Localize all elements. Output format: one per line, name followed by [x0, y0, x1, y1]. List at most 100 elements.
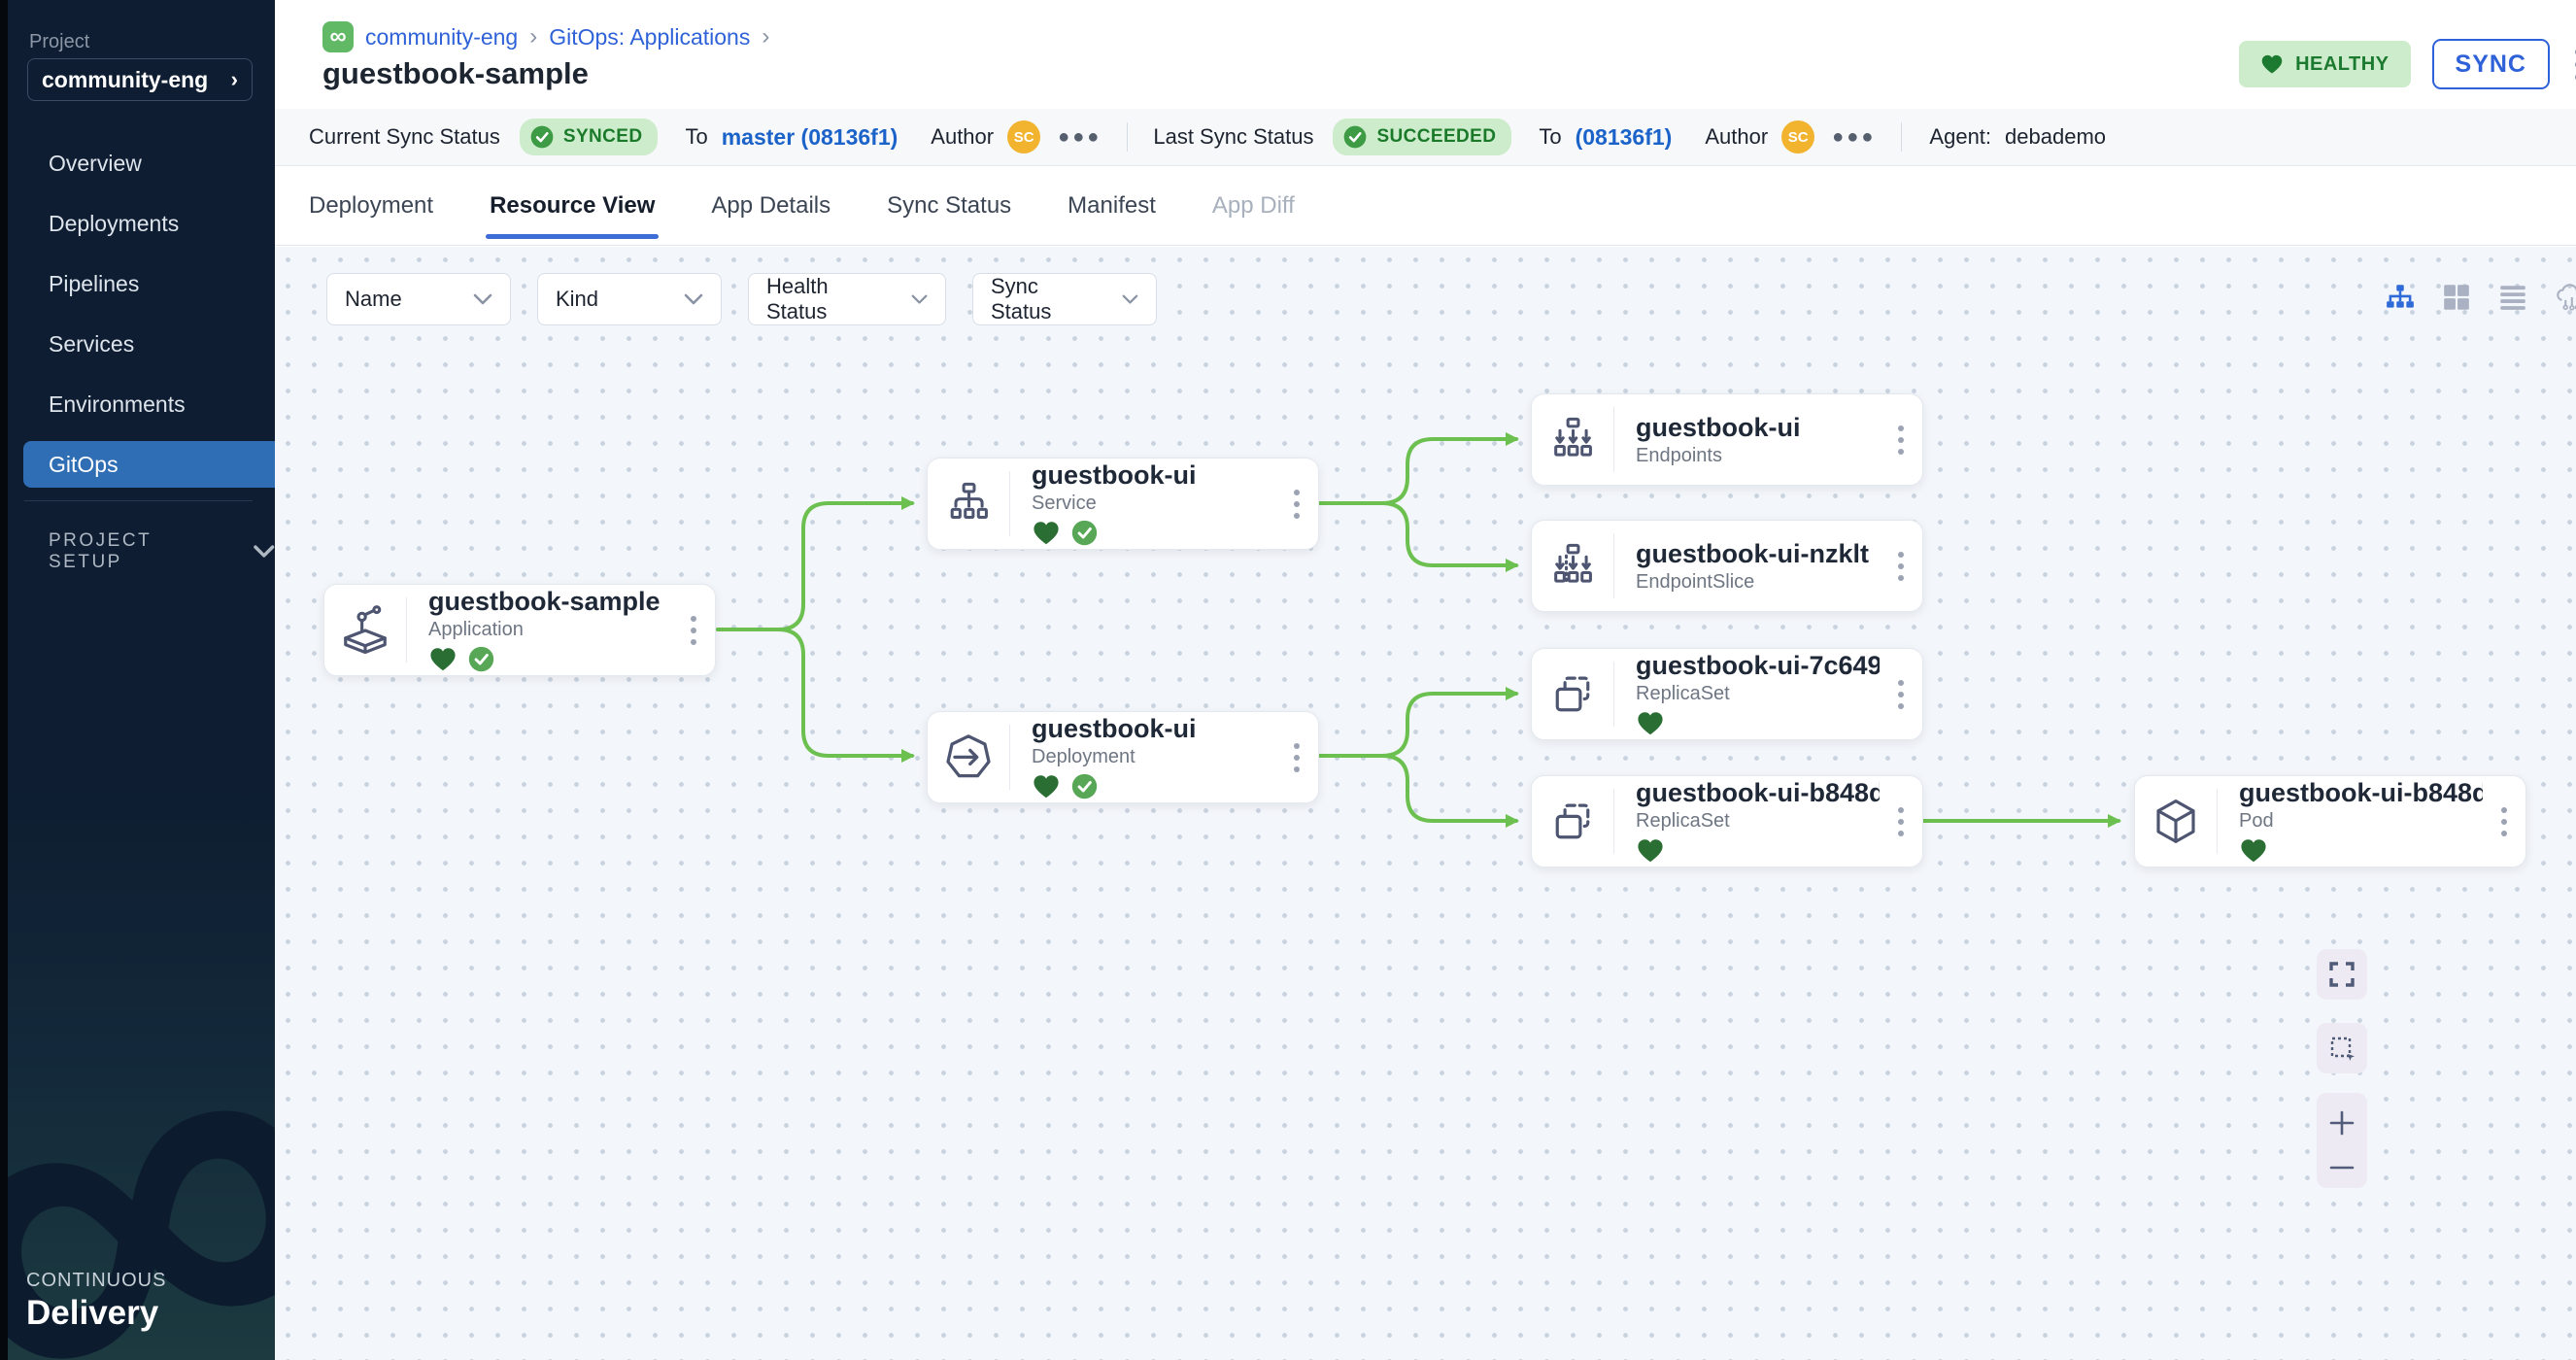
more-authors-button[interactable]: ●●● — [1832, 126, 1876, 149]
avatar[interactable]: SC — [1007, 120, 1040, 153]
node-title: guestbook-ui-b848d5d9d — [1636, 778, 1880, 808]
zoom-controls — [2317, 1093, 2367, 1188]
check-circle-icon — [1342, 124, 1368, 150]
breadcrumb-separator: › — [762, 23, 769, 51]
service-icon — [928, 459, 1009, 549]
tab-deployment[interactable]: Deployment — [309, 166, 433, 245]
filter-sync-status[interactable]: Sync Status — [972, 273, 1157, 325]
page-header: ∞ community-eng › GitOps: Applications ›… — [275, 0, 2576, 109]
tab-manifest[interactable]: Manifest — [1068, 166, 1156, 245]
node-title: guestbook-ui-nzklt — [1636, 539, 1880, 569]
resource-node-endpoints[interactable]: guestbook-uiEndpoints — [1531, 393, 1923, 486]
breadcrumb: ∞ community-eng › GitOps: Applications › — [322, 21, 769, 52]
check-circle-icon — [529, 124, 555, 150]
fullscreen-button[interactable] — [2317, 949, 2367, 1000]
application-icon — [324, 585, 406, 675]
deployment-icon — [928, 712, 1009, 802]
node-title: guestbook-ui — [1032, 714, 1275, 744]
zoom-in-icon[interactable] — [2327, 1108, 2356, 1138]
vertical-divider — [1127, 122, 1128, 152]
last-sync-revision-link[interactable]: (08136f1) — [1576, 124, 1673, 151]
node-menu-button[interactable] — [1275, 712, 1318, 802]
to-label: To — [1539, 124, 1561, 150]
replicaset-icon — [1532, 776, 1613, 867]
resource-node-replicaset[interactable]: guestbook-ui-7c64987dc9ReplicaSet — [1531, 648, 1923, 740]
synced-check-icon — [1070, 519, 1099, 547]
node-title: guestbook-ui-b848d5d9... — [2239, 778, 2483, 808]
resource-node-pod[interactable]: guestbook-ui-b848d5d9...Pod — [2134, 775, 2526, 867]
synced-badge: SYNCED — [520, 119, 659, 155]
health-heart-icon — [1032, 520, 1061, 546]
pod-icon — [2135, 776, 2217, 867]
tab-sync-status[interactable]: Sync Status — [887, 166, 1011, 245]
filter-label: Sync Status — [991, 274, 1087, 324]
tree-view-icon[interactable] — [2385, 282, 2416, 313]
filter-label: Name — [345, 287, 402, 312]
marquee-select-icon — [2327, 1034, 2356, 1063]
vertical-divider — [1901, 122, 1902, 152]
tab-app-diff[interactable]: App Diff — [1212, 166, 1295, 245]
synced-check-icon — [1070, 772, 1099, 800]
chevron-down-icon — [1122, 293, 1138, 306]
header-actions: HEALTHY SYNC — [2239, 39, 2576, 89]
resource-node-application[interactable]: guestbook-sampleApplication — [323, 584, 716, 676]
health-heart-icon — [1636, 837, 1665, 864]
filter-name[interactable]: Name — [326, 273, 511, 325]
node-kind: EndpointSlice — [1636, 571, 1880, 594]
last-sync-label: Last Sync Status — [1153, 124, 1313, 150]
node-menu-button[interactable] — [1880, 521, 1922, 611]
node-status-icons — [2239, 836, 2483, 866]
health-heart-icon — [1636, 710, 1665, 736]
current-sync-revision-link[interactable]: master (08136f1) — [722, 124, 898, 151]
node-kind: Pod — [2239, 810, 2483, 833]
node-title: guestbook-ui-7c64987dc9 — [1636, 651, 1880, 681]
resource-node-service[interactable]: guestbook-uiService — [927, 458, 1319, 550]
sync-button[interactable]: SYNC — [2432, 39, 2550, 89]
marquee-select-button[interactable] — [2317, 1023, 2367, 1073]
sidebar-item-overview[interactable]: Overview — [8, 140, 275, 187]
sidebar-item-project-setup[interactable]: PROJECT SETUP — [49, 530, 275, 573]
sidebar-item-services[interactable]: Services — [8, 321, 275, 367]
cloud-view-icon[interactable] — [2554, 282, 2576, 313]
node-menu-button[interactable] — [1880, 394, 1922, 485]
resource-node-deployment[interactable]: guestbook-uiDeployment — [927, 711, 1319, 803]
sidebar: Project community-eng › OverviewDeployme… — [8, 0, 275, 1360]
list-view-icon[interactable] — [2497, 282, 2528, 313]
node-menu-button[interactable] — [1275, 459, 1318, 549]
node-kind: Deployment — [1032, 746, 1275, 768]
sidebar-item-pipelines[interactable]: Pipelines — [8, 260, 275, 307]
chevron-down-icon — [911, 293, 928, 306]
author-label: Author — [1705, 124, 1768, 150]
tab-resource-view[interactable]: Resource View — [490, 166, 655, 245]
sidebar-item-deployments[interactable]: Deployments — [8, 200, 275, 247]
resource-node-replicaset[interactable]: guestbook-ui-b848d5d9dReplicaSet — [1531, 775, 1923, 867]
app-menu-button[interactable] — [2571, 45, 2576, 85]
node-menu-button[interactable] — [2483, 776, 2525, 867]
health-heart-icon — [428, 646, 458, 672]
tab-app-details[interactable]: App Details — [711, 166, 830, 245]
breadcrumb-project-link[interactable]: community-eng — [365, 24, 518, 51]
resource-tree-canvas[interactable]: Name Kind Health Status Sync Status guestbo… — [275, 247, 2576, 1360]
filter-health-status[interactable]: Health Status — [748, 273, 946, 325]
sidebar-item-environments[interactable]: Environments — [8, 381, 275, 427]
sidebar-item-gitops[interactable]: GitOps — [23, 441, 275, 488]
grid-view-icon[interactable] — [2441, 282, 2472, 313]
more-authors-button[interactable]: ●●● — [1058, 126, 1102, 149]
node-menu-button[interactable] — [1880, 776, 1922, 867]
health-status-badge: HEALTHY — [2239, 41, 2410, 87]
avatar[interactable]: SC — [1781, 120, 1814, 153]
chevron-down-icon — [684, 293, 703, 306]
author-label: Author — [931, 124, 994, 150]
endpoints-icon — [1532, 394, 1613, 485]
node-title: guestbook-ui — [1032, 460, 1275, 491]
resource-node-endpointslice[interactable]: guestbook-ui-nzkltEndpointSlice — [1531, 520, 1923, 612]
succeeded-badge-label: SUCCEEDED — [1376, 126, 1496, 148]
node-menu-button[interactable] — [672, 585, 715, 675]
filter-kind[interactable]: Kind — [537, 273, 722, 325]
node-menu-button[interactable] — [1880, 649, 1922, 739]
node-status-icons — [1636, 836, 1880, 866]
node-status-icons — [1636, 709, 1880, 738]
zoom-out-icon[interactable] — [2327, 1163, 2356, 1173]
breadcrumb-applications-link[interactable]: GitOps: Applications — [549, 24, 750, 51]
project-selector[interactable]: community-eng › — [27, 58, 253, 101]
